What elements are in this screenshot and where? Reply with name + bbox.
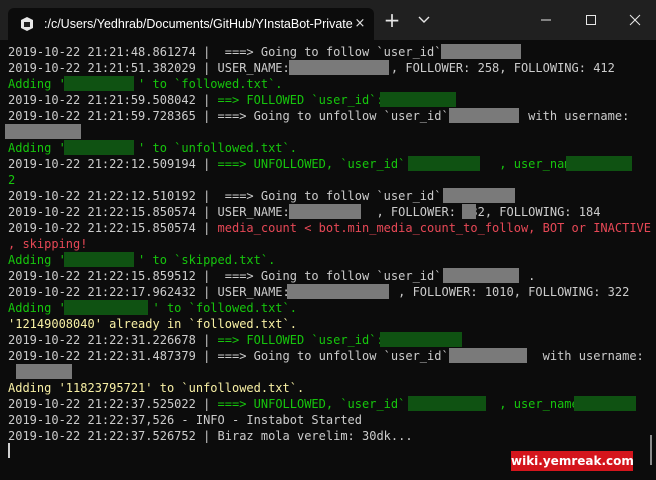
log-line: 2019-10-22 21:22:37,526 - INFO - Instabo… <box>8 412 362 428</box>
minimize-button[interactable] <box>535 10 557 30</box>
redacted-user-id <box>64 76 134 91</box>
git-bash-icon <box>21 17 33 31</box>
maximize-button[interactable] <box>580 10 602 30</box>
scrollbar[interactable] <box>650 435 652 465</box>
log-line: 2 <box>8 172 15 188</box>
log-line: 2019-10-22 21:22:37.526752 | Biraz mola … <box>8 428 413 444</box>
log-message: 2019-10-22 21:21:48.861274 | ===> Going … <box>8 45 456 59</box>
log-line: Adding ' ' to `followed.txt`. <box>8 300 297 316</box>
tab-title: :/c/Users/Yedhrab/Documents/GitHub/YInst… <box>44 17 353 31</box>
redacted-user-id <box>449 108 519 123</box>
new-tab-button[interactable]: + <box>382 10 402 30</box>
redacted-user-id <box>380 332 462 347</box>
log-line: '12149008040' already in `followed.txt`. <box>8 316 297 332</box>
log-line: 2019-10-22 21:21:59.508042 | ==> FOLLOWE… <box>8 92 391 108</box>
redacted-user-id <box>408 396 486 411</box>
log-message: ===> UNFOLLOWED, `user_id`: , user_name: <box>217 397 586 411</box>
log-line: 2019-10-22 21:21:59.728365 | ===> Going … <box>8 108 629 124</box>
redacted-username <box>16 364 72 379</box>
log-line: Adding ' ' to `skipped.txt`. <box>8 252 275 268</box>
redacted-user-id <box>449 348 527 363</box>
redacted-username <box>289 60 389 75</box>
redacted-username <box>566 156 632 171</box>
redacted-user-id <box>64 252 134 267</box>
redacted-username <box>5 124 81 139</box>
log-message: ==> FOLLOWED `user_id`: <box>217 333 391 347</box>
log-line: 2019-10-22 21:22:37.525022 | ===> UNFOLL… <box>8 396 586 412</box>
log-message: Adding ' ' to `followed.txt`. <box>8 77 283 91</box>
redacted-username <box>289 204 361 219</box>
log-line: 2019-10-22 21:22:12.509194 | ===> UNFOLL… <box>8 156 586 172</box>
log-message: 2019-10-22 21:22:12.510192 | ===> Going … <box>8 189 456 203</box>
terminal-output[interactable]: 2019-10-22 21:21:48.861274 | ===> Going … <box>0 40 656 480</box>
log-message: 2 <box>8 173 16 187</box>
log-message: ==> FOLLOWED `user_id`: <box>217 93 391 107</box>
redacted-username <box>574 396 636 411</box>
log-line: Adding ' ' to `unfollowed.txt`. <box>8 140 297 156</box>
log-timestamp: 2019-10-22 21:21:59.508042 | <box>8 93 218 107</box>
redacted-user-id <box>64 140 134 155</box>
log-timestamp: 2019-10-22 21:22:12.509194 | <box>8 157 218 171</box>
log-line: Adding '11823795721' to `unfollowed.txt`… <box>8 380 304 396</box>
log-timestamp: 2019-10-22 21:22:37.525022 | <box>8 397 218 411</box>
log-message: ===> UNFOLLOWED, `user_id`: , user_name: <box>217 157 586 171</box>
tab-close-icon[interactable]: × <box>352 16 368 32</box>
log-message: '12149008040' already in `followed.txt`. <box>8 317 297 331</box>
watermark: wiki.yemreak.com <box>511 451 634 471</box>
redacted-user-id <box>64 300 148 315</box>
log-message: 2019-10-22 21:22:31.487379 | ===> Going … <box>8 349 644 363</box>
log-line: 2019-10-22 21:22:15.850574 | media_count… <box>8 220 651 236</box>
log-message: 2019-10-22 21:22:37.526752 | Biraz mola … <box>8 429 413 443</box>
log-line: 2019-10-22 21:22:31.487379 | ===> Going … <box>8 348 644 364</box>
chevron-down-icon[interactable] <box>414 10 434 30</box>
redacted-user-id <box>441 44 521 59</box>
redacted-username <box>287 284 389 299</box>
terminal-tab[interactable]: :/c/Users/Yedhrab/Documents/GitHub/YInst… <box>8 8 374 40</box>
log-message: , skipping! <box>8 237 88 251</box>
log-message: Adding ' ' to `unfollowed.txt`. <box>8 141 297 155</box>
log-line: Adding ' ' to `followed.txt`. <box>8 76 283 92</box>
redacted-user-id <box>443 268 519 283</box>
log-timestamp: 2019-10-22 21:22:15.850574 | <box>8 221 218 235</box>
log-message: Adding ' ' to `followed.txt`. <box>8 301 297 315</box>
log-message: 2019-10-22 21:22:37,526 - INFO - Instabo… <box>8 413 363 427</box>
text-cursor <box>8 443 10 458</box>
log-line: 2019-10-22 21:21:48.861274 | ===> Going … <box>8 44 456 60</box>
log-message: 2019-10-22 21:21:59.728365 | ===> Going … <box>8 109 630 123</box>
log-line: 2019-10-22 21:22:12.510192 | ===> Going … <box>8 188 456 204</box>
log-message: Adding '11823795721' to `unfollowed.txt`… <box>8 381 305 395</box>
close-button[interactable] <box>624 10 646 30</box>
log-line: , skipping! <box>8 236 87 252</box>
redacted-user-id <box>443 188 515 203</box>
redacted-user-id <box>380 92 456 107</box>
redacted-fragment <box>462 204 476 219</box>
log-timestamp: 2019-10-22 21:22:31.226678 | <box>8 333 218 347</box>
log-message: Adding ' ' to `skipped.txt`. <box>8 253 276 267</box>
redacted-user-id <box>408 156 480 171</box>
title-bar: :/c/Users/Yedhrab/Documents/GitHub/YInst… <box>0 0 656 40</box>
log-line: 2019-10-22 21:22:31.226678 | ==> FOLLOWE… <box>8 332 391 348</box>
log-message: media_count < bot.min_media_count_to_fol… <box>217 221 651 235</box>
